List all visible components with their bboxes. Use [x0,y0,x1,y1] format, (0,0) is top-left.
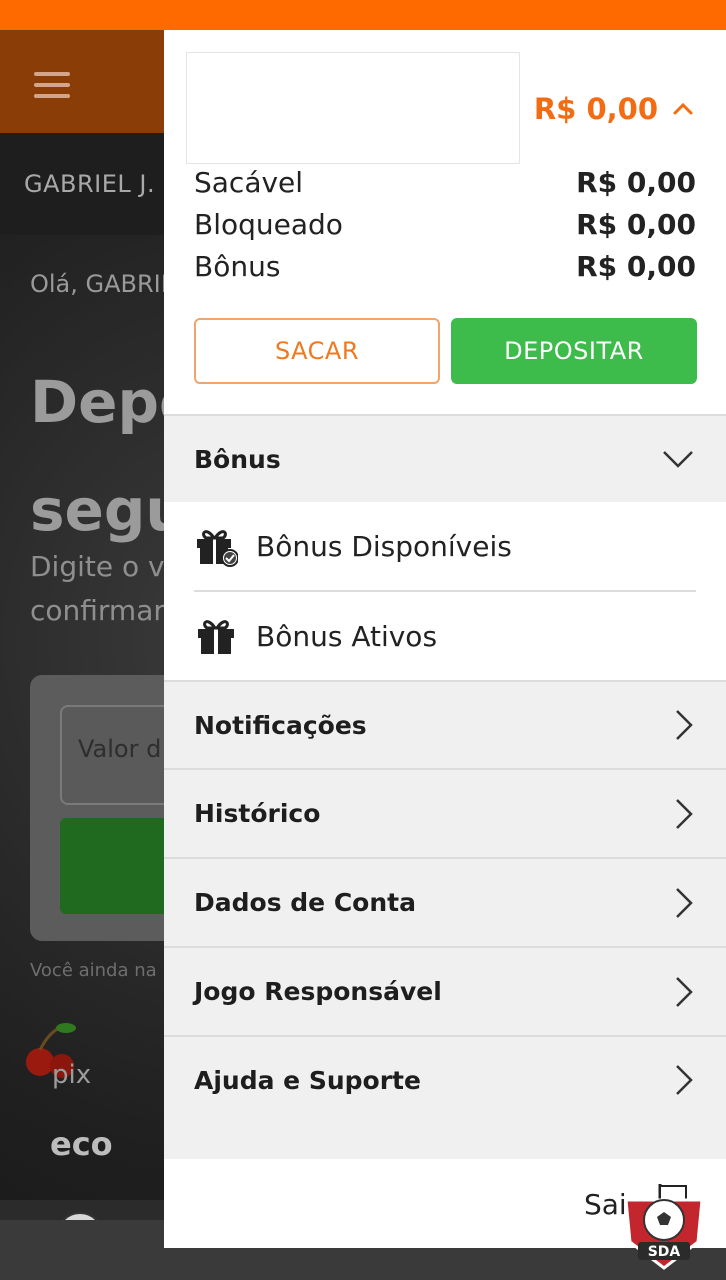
deposit-button[interactable]: DEPOSITAR [451,318,697,384]
account-drawer: R$ 0,00 Sacável R$ 0,00 Bloqueado R$ 0,0… [164,30,726,1248]
balance-row-bonus: Bônus R$ 0,00 [194,250,696,283]
deposit-amount-placeholder: Valor d [78,735,162,763]
menu-item-label: Dados de Conta [194,888,416,917]
menu-icon[interactable] [34,72,70,98]
bonus-section-label: Bônus [194,444,281,474]
chevron-down-icon [663,451,693,468]
chevron-right-icon [676,887,693,918]
menu-item-jogo-responsavel[interactable]: Jogo Responsável [164,948,726,1035]
sda-watermark-logo: SDA [624,1198,704,1270]
balance-total: R$ 0,00 [533,92,658,126]
balance-value: R$ 0,00 [576,166,696,199]
balance-toggle[interactable]: R$ 0,00 [534,92,694,126]
bonus-ativos-label: Bônus Ativos [256,619,438,653]
deposit-note: Você ainda na [30,960,157,981]
chevron-right-icon [676,1065,693,1095]
greeting: Olá, GABRIE [30,270,176,298]
balance-value: R$ 0,00 [576,250,696,283]
balance-row-bloqueado: Bloqueado R$ 0,00 [194,208,696,241]
user-name: GABRIEL J. [24,170,156,198]
bonus-ativos-item[interactable]: Bônus Ativos [194,592,696,680]
pix-logo: pix [52,1060,91,1090]
bonus-disponiveis-item[interactable]: Bônus Disponíveis [194,502,696,590]
withdraw-button[interactable]: SACAR [194,318,440,384]
menu-item-historico[interactable]: Histórico [164,770,726,857]
menu-item-dados-de-conta[interactable]: Dados de Conta [164,859,726,946]
bonus-disponiveis-label: Bônus Disponíveis [256,529,512,563]
hero-subtitle-line: confirmar [30,594,165,627]
menu-item-label: Histórico [194,799,321,828]
menu-item-label: Notificações [194,710,367,740]
menu-item-ajuda-e-suporte[interactable]: Ajuda e Suporte [164,1037,726,1123]
pix-label: pix [52,1060,92,1090]
menu-item-notificacoes[interactable]: Notificações [164,682,726,768]
sda-label: SDA [648,1244,681,1260]
eco-logo: eco [50,1125,113,1163]
brand-logo [186,52,520,164]
status-bar [0,0,726,30]
gift-check-icon [197,530,238,567]
hero-subtitle: Digite o va confirmar [30,545,182,633]
balance-row-sacavel: Sacável R$ 0,00 [194,166,696,199]
chevron-right-icon [676,976,693,1007]
menu-item-label: Ajuda e Suporte [194,1065,421,1095]
gift-icon [198,620,234,654]
balance-label: Bônus [194,250,281,283]
chevron-right-icon [676,798,693,829]
bonus-section-toggle[interactable]: Bônus [164,416,726,502]
chevron-right-icon [676,710,693,740]
menu-item-label: Jogo Responsável [194,977,442,1006]
chevron-up-icon [673,102,693,115]
balance-value: R$ 0,00 [576,208,696,241]
balance-label: Sacável [194,166,304,199]
eco-label: eco [50,1125,113,1163]
balance-label: Bloqueado [194,208,343,241]
hero-subtitle-line: Digite o va [30,550,182,583]
menu-footer-gap [164,1123,726,1159]
